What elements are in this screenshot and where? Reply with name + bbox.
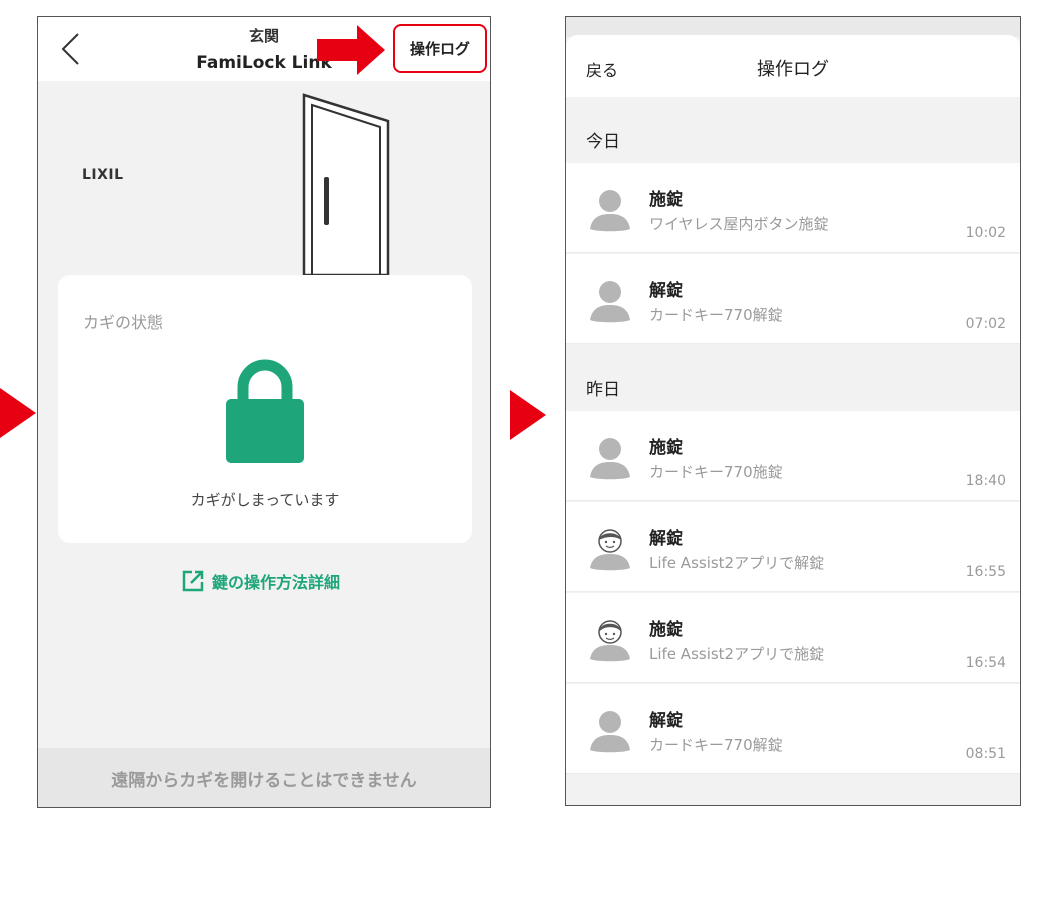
person-silhouette-icon — [590, 711, 630, 753]
log-time: 08:51 — [965, 746, 1006, 762]
person-silhouette-icon — [590, 190, 630, 232]
log-action: 施錠 — [649, 438, 683, 458]
log-time: 16:54 — [965, 655, 1006, 671]
operation-log-button[interactable]: 操作ログ — [393, 24, 487, 73]
log-item[interactable]: 解錠 カードキー770解錠 07:02 — [566, 254, 1020, 344]
section-header-yesterday: 昨日 — [566, 345, 1020, 411]
door-illustration — [302, 93, 390, 275]
external-link-icon — [182, 570, 204, 592]
step-arrow-icon — [510, 390, 546, 440]
app-header: 玄関 FamiLock Link 操作ログ — [38, 17, 490, 81]
section-heading: 昨日 — [586, 380, 620, 400]
log-item[interactable]: 施錠 カードキー770施錠 18:40 — [566, 411, 1020, 501]
lock-status-label: カギの状態 — [83, 313, 164, 332]
log-item[interactable]: 解錠 Life Assist2アプリで解錠 16:55 — [566, 502, 1020, 592]
section-header-today: 今日 — [566, 97, 1020, 163]
underlying-screen-peek — [566, 17, 1020, 37]
log-action: 施錠 — [649, 620, 683, 640]
log-item[interactable]: 施錠 Life Assist2アプリで施錠 16:54 — [566, 593, 1020, 683]
sheet-title: 操作ログ — [757, 59, 829, 80]
log-detail: カードキー770施錠 — [649, 463, 783, 481]
log-item[interactable]: 解錠 カードキー770解錠 08:51 — [566, 684, 1020, 774]
lock-operation-detail-link[interactable]: 鍵の操作方法詳細 — [182, 569, 340, 593]
log-action: 施錠 — [649, 190, 683, 210]
brand-logo: LIXIL — [82, 167, 124, 183]
detail-link-label: 鍵の操作方法詳細 — [212, 573, 341, 592]
log-detail: カードキー770解錠 — [649, 306, 783, 324]
log-action: 解錠 — [649, 529, 683, 549]
padlock-locked-icon — [226, 359, 304, 463]
person-silhouette-icon — [590, 438, 630, 480]
log-time: 10:02 — [965, 225, 1006, 241]
user-face-icon — [590, 620, 630, 662]
remote-unlock-notice: 遠隔からカギを開けることはできません — [38, 748, 490, 807]
lock-status-card: カギの状態 カギがしまっています — [58, 275, 472, 543]
log-action: 解錠 — [649, 711, 683, 731]
log-detail: ワイヤレス屋内ボタン施錠 — [649, 215, 829, 233]
lock-status-screen: 玄関 FamiLock Link 操作ログ LIXIL カギの状態 カギがしまっ… — [37, 16, 491, 808]
sheet-header: 戻る 操作ログ — [566, 35, 1020, 97]
log-time: 18:40 — [965, 473, 1006, 489]
log-action: 解錠 — [649, 281, 683, 301]
operation-log-screen: 戻る 操作ログ 今日 施錠 ワイヤレス屋内ボタン施錠 10:02 解錠 カードキ… — [565, 16, 1021, 806]
arrow-right-icon — [317, 25, 385, 75]
log-time: 16:55 — [965, 564, 1006, 580]
log-time: 07:02 — [965, 316, 1006, 332]
log-detail: カードキー770解錠 — [649, 736, 783, 754]
step-arrow-icon — [0, 388, 36, 438]
user-face-icon — [590, 529, 630, 571]
person-silhouette-icon — [590, 281, 630, 323]
log-detail: Life Assist2アプリで解錠 — [649, 554, 825, 572]
log-item[interactable]: 施錠 ワイヤレス屋内ボタン施錠 10:02 — [566, 163, 1020, 253]
lock-status-text: カギがしまっています — [190, 491, 340, 509]
section-heading: 今日 — [586, 132, 620, 152]
operation-log-sheet: 戻る 操作ログ 今日 施錠 ワイヤレス屋内ボタン施錠 10:02 解錠 カードキ… — [566, 35, 1020, 805]
log-detail: Life Assist2アプリで施錠 — [649, 645, 825, 663]
